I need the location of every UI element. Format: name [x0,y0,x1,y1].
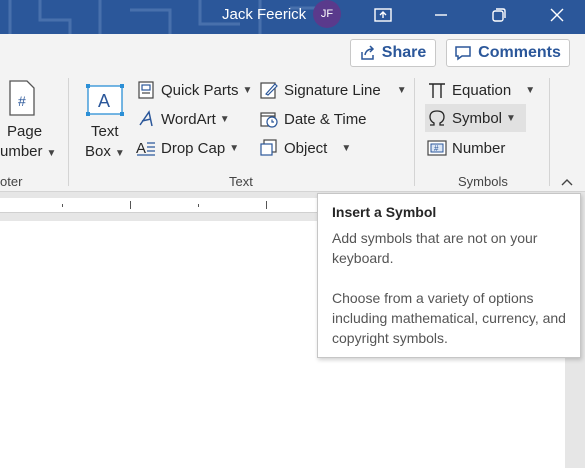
text-box-label-line2-wrap: Box ▼ [85,143,125,160]
title-bar: Jack Feerick JF [0,0,585,34]
object-button[interactable]: Object ▼ [259,137,351,159]
user-name: Jack Feerick [222,6,307,23]
ruler-tick [62,204,63,207]
page-number-icon: # [9,80,35,116]
chevron-down-icon: ▼ [219,113,230,125]
quick-parts-button[interactable]: Quick Parts ▼ [136,79,252,101]
text-box-label-line2: Box [85,143,111,160]
chevron-up-icon [561,179,573,186]
symbol-button[interactable]: Symbol ▼ [425,104,526,132]
number-icon: # [427,138,447,158]
drop-cap-button[interactable]: A Drop Cap ▼ [136,137,239,159]
tooltip-description: Add symbols that are not on your keyboar… [332,230,538,266]
chevron-down-icon: ▼ [46,148,57,159]
ribbon-display-icon [374,8,392,22]
chevron-down-icon: ▼ [506,112,516,124]
svg-text:A: A [98,91,110,111]
text-box-button[interactable]: A Text Box ▼ [80,80,130,162]
wordart-icon [136,109,156,129]
omega-icon [427,108,447,128]
group-separator [549,78,550,186]
quick-parts-icon [136,80,156,100]
svg-text:#: # [18,93,26,109]
quick-parts-label: Quick Parts [161,81,239,99]
wordart-button[interactable]: WordArt ▼ [136,108,230,130]
comments-button[interactable]: Comments [446,39,570,67]
collapse-ribbon-button[interactable] [558,174,576,190]
comment-icon [455,46,471,61]
chevron-down-icon: ▼ [341,142,352,154]
header-footer-group-label: oter [0,174,23,189]
object-icon [259,138,279,158]
chevron-down-icon: ▼ [114,148,125,159]
text-box-label-line1: Text [91,123,119,140]
comments-label: Comments [478,44,561,61]
ribbon-display-options-button[interactable] [360,0,406,30]
calendar-clock-icon [259,109,279,129]
page-number-label-line1: Page [7,123,43,140]
drop-cap-icon: A [136,138,156,158]
drop-cap-label: Drop Cap [161,139,226,157]
symbol-tooltip: Insert a Symbol Add symbols that are not… [317,193,581,358]
chevron-down-icon: ▼ [525,84,536,96]
ruler-tick [198,204,199,207]
share-label: Share [381,44,427,61]
group-separator [414,78,415,186]
number-label: Number [452,139,506,157]
user-avatar[interactable]: JF [313,0,341,28]
minimize-icon [435,14,447,16]
signature-line-icon [259,80,279,100]
page-number-button[interactable]: # Page umber ▼ [0,80,56,162]
close-icon [550,8,564,22]
date-time-label: Date & Time [284,110,367,128]
page-number-label-line2: umber [0,143,43,160]
number-button[interactable]: # Number [427,137,505,159]
close-button[interactable] [534,0,580,30]
chevron-down-icon: ▼ [396,84,407,96]
equation-button[interactable]: Equation ▼ [427,79,535,101]
pi-icon [427,80,447,100]
tooltip-title: Insert a Symbol [332,204,437,220]
signature-line-button[interactable]: Signature Line ▼ [259,79,407,101]
svg-text:#: # [434,144,439,153]
text-box-icon: A [86,84,124,116]
chevron-down-icon: ▼ [242,84,253,96]
equation-label: Equation [452,81,512,99]
restore-button[interactable] [476,0,522,30]
tooltip-details: Choose from a variety of options includi… [332,290,566,346]
object-label: Object [284,139,328,157]
share-button[interactable]: Share [350,39,436,67]
minimize-button[interactable] [418,0,464,30]
restore-icon [492,8,506,22]
signature-line-label: Signature Line [284,81,381,99]
share-icon [361,45,374,60]
chevron-down-icon: ▼ [229,142,240,154]
group-separator [68,78,69,186]
date-time-button[interactable]: Date & Time [259,108,367,130]
symbols-group-label: Symbols [458,174,508,189]
ruler-tick [266,201,267,209]
symbol-label: Symbol [452,109,503,127]
wordart-label: WordArt [161,110,216,128]
ruler-tick [130,201,131,209]
page-number-label-line2-wrap: umber ▼ [0,143,56,160]
text-group-label: Text [229,174,253,189]
